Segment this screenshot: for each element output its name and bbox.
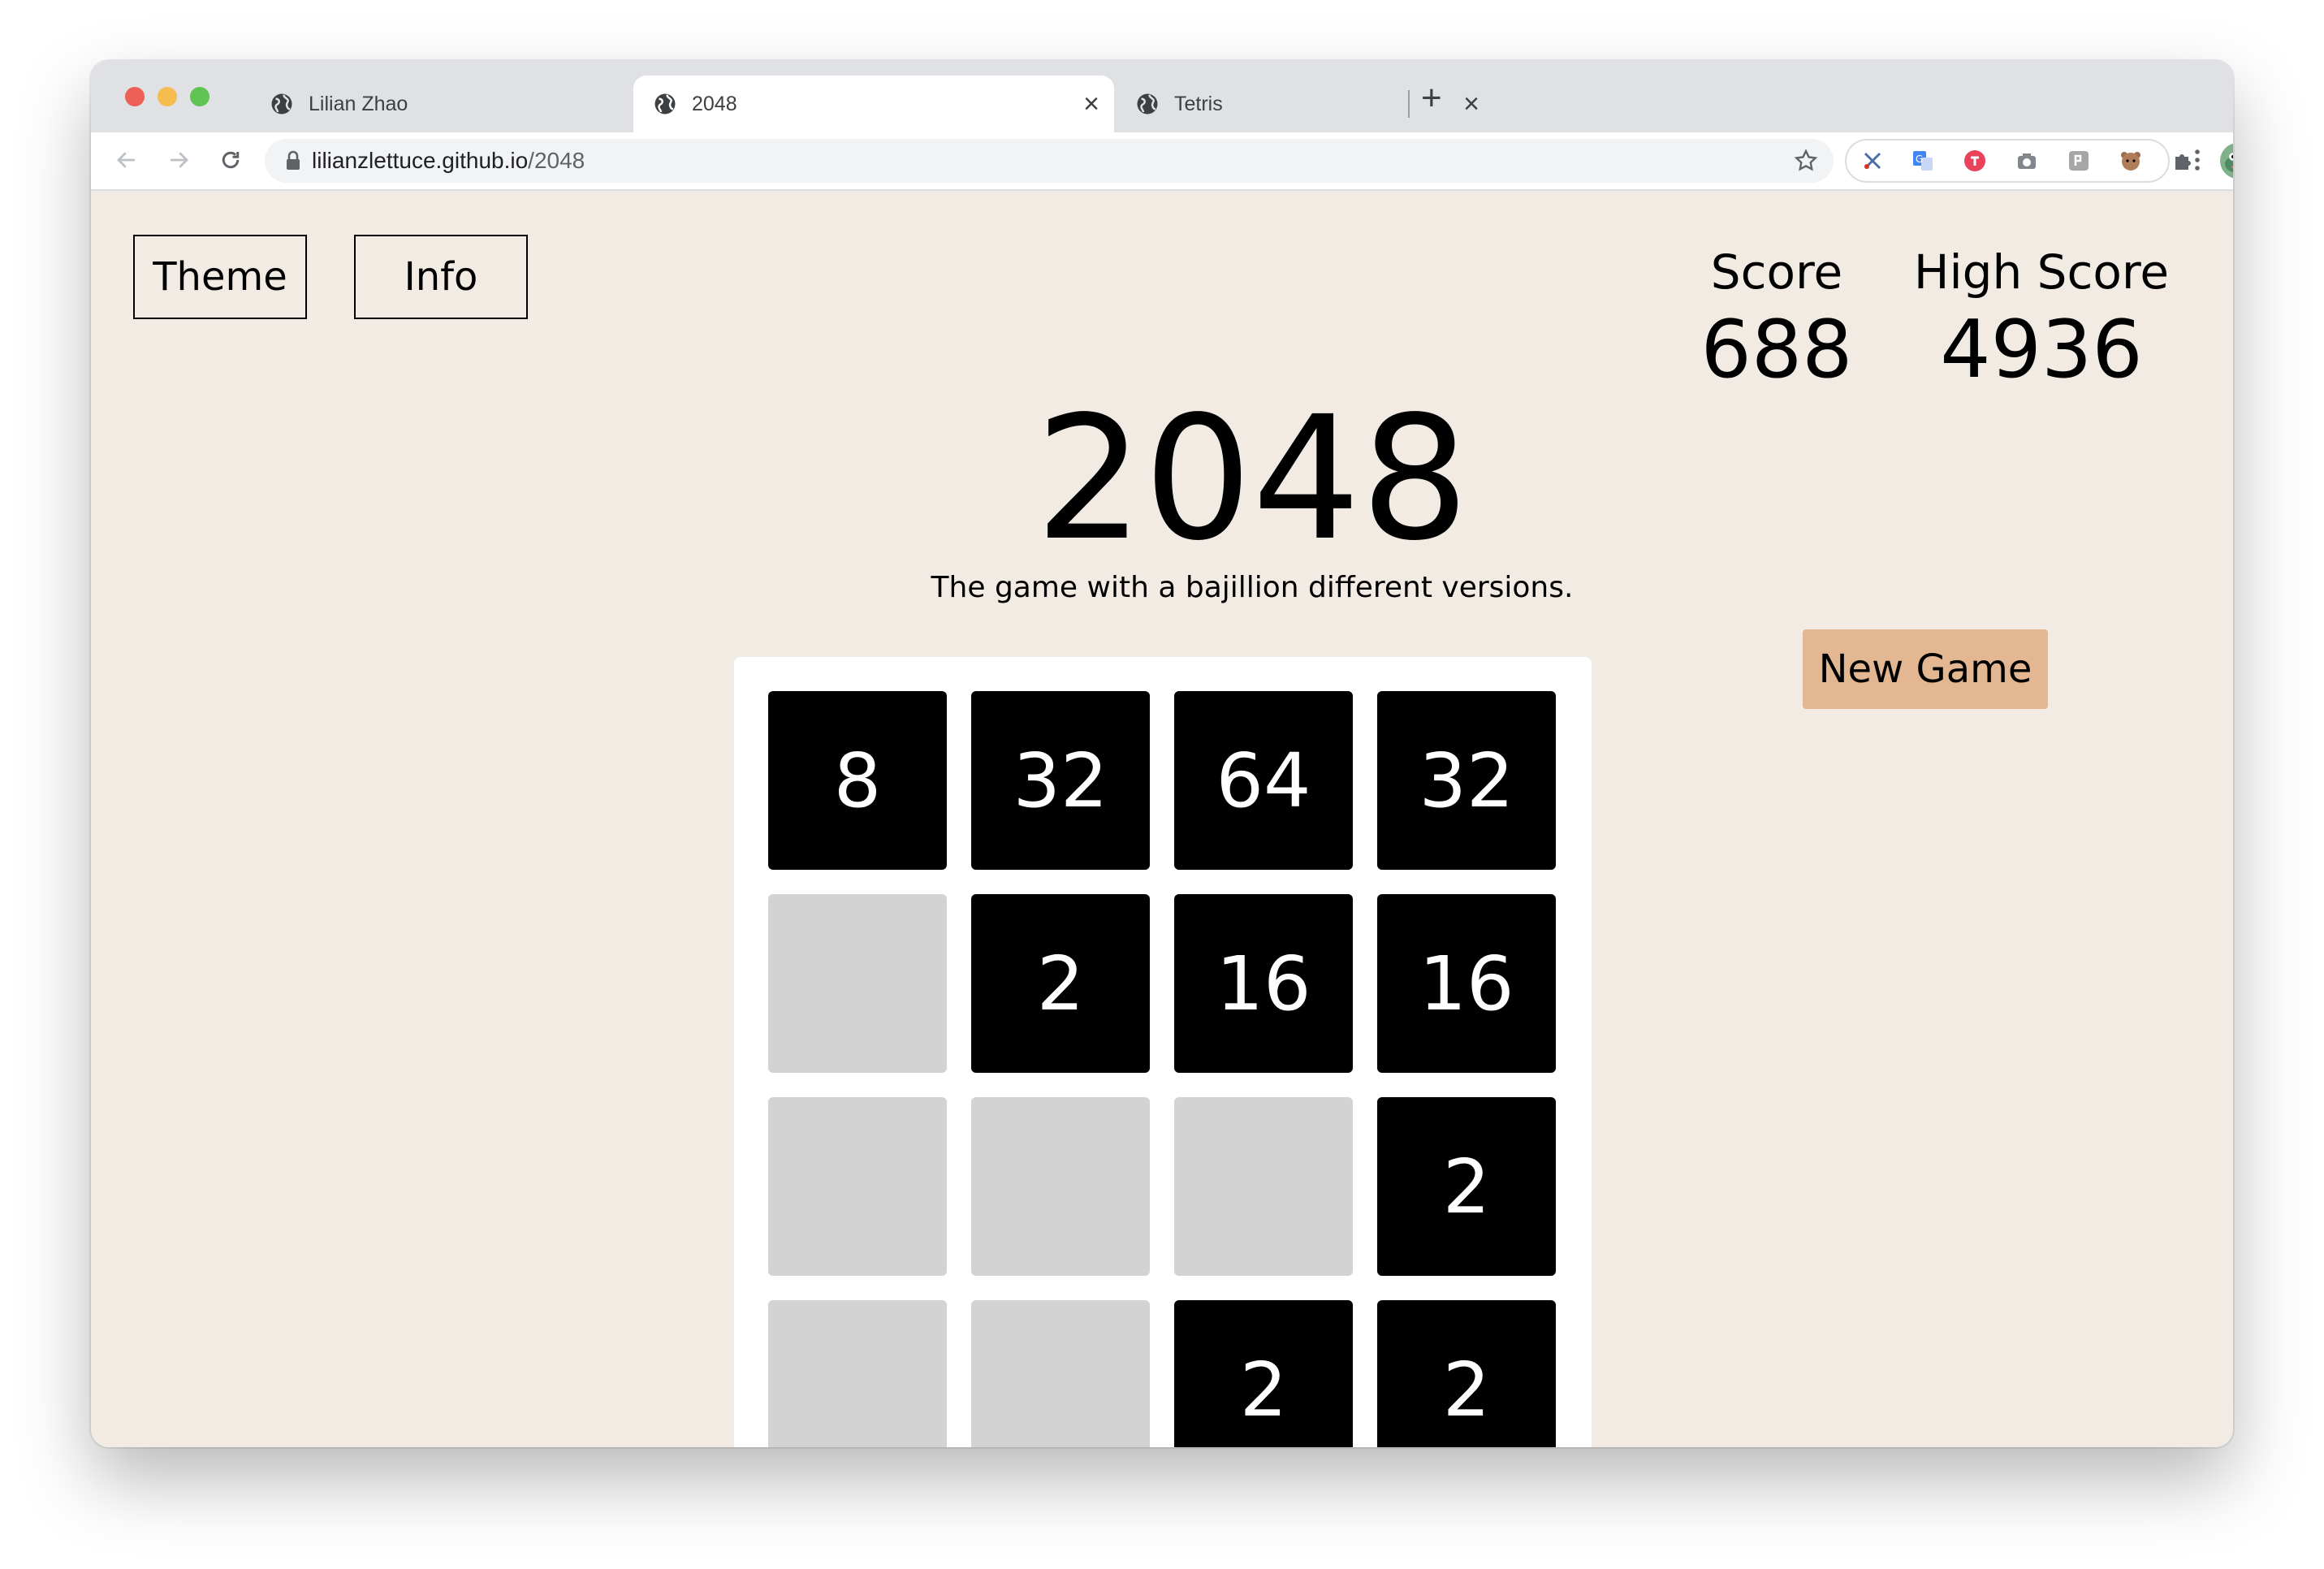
tab-title: Lilian Zhao [309, 92, 408, 115]
game-title: 2048 [1035, 379, 1470, 578]
score-value: 688 [1700, 304, 1853, 396]
arrow-left-icon [117, 152, 135, 168]
new-tab-button[interactable]: + [1421, 80, 1442, 116]
info-button[interactable]: Info [354, 235, 528, 319]
game-board: 8 32 64 32 2 16 16 2 2 2 [734, 657, 1592, 1447]
bear-extension-icon[interactable] [2119, 149, 2142, 172]
score-label: Score [1710, 244, 1843, 300]
forward-button[interactable] [162, 144, 195, 176]
empty-tile [768, 894, 947, 1073]
tile: 2 [1377, 1097, 1556, 1276]
lock-icon [287, 150, 300, 170]
profile-avatar[interactable] [2220, 143, 2233, 179]
tab-title: 2048 [692, 92, 737, 115]
svg-text:G: G [1916, 153, 1923, 165]
tile: 16 [1377, 894, 1556, 1073]
theme-button[interactable]: Theme [133, 235, 307, 319]
score-box: Score 688 [1683, 240, 1871, 395]
translate-extension-icon[interactable]: G [1911, 149, 1934, 172]
tile: 32 [1377, 691, 1556, 870]
tile: 2 [971, 894, 1150, 1073]
browser-window: Lilian Zhao × 2048 × Tetris × + [91, 61, 2233, 1447]
empty-tile [768, 1097, 947, 1276]
tab-title: Tetris [1174, 92, 1223, 115]
empty-tile [971, 1300, 1150, 1447]
globe-icon [1137, 93, 1158, 115]
maximize-window-button[interactable] [190, 87, 210, 106]
high-score-label: High Score [1913, 244, 2170, 300]
tile: 16 [1174, 894, 1353, 1073]
minimize-window-button[interactable] [158, 87, 177, 106]
empty-tile [1174, 1097, 1353, 1276]
empty-tile [971, 1097, 1150, 1276]
globe-icon [654, 93, 676, 115]
close-window-button[interactable] [125, 87, 145, 106]
reload-icon [222, 151, 240, 169]
bookmark-star-icon[interactable] [1793, 148, 1819, 174]
close-tab-icon[interactable]: × [1083, 90, 1099, 118]
scissors-extension-icon[interactable] [1861, 149, 1884, 172]
game-subtitle: The game with a bajillion different vers… [931, 571, 1574, 604]
page-content: Theme Info Score 688 High Score 4936 204… [91, 191, 2233, 1447]
browser-menu-button[interactable] [2181, 144, 2214, 176]
back-button[interactable] [110, 144, 143, 176]
red-circle-extension-icon[interactable] [1963, 149, 1986, 172]
gray-extension-icon[interactable] [2067, 149, 2090, 172]
tab-2048[interactable]: 2048 × [633, 76, 1114, 132]
tab-divider [1408, 90, 1410, 118]
tile: 64 [1174, 691, 1353, 870]
high-score-box: High Score 4936 [1887, 240, 2196, 395]
tile: 8 [768, 691, 947, 870]
camera-extension-icon[interactable] [2015, 149, 2038, 172]
close-tab-icon[interactable]: × [1463, 90, 1479, 118]
globe-icon [271, 93, 292, 115]
tab-strip: Lilian Zhao × 2048 × Tetris × + [91, 61, 2233, 132]
extensions-area: G [1845, 139, 2233, 183]
tile: 32 [971, 691, 1150, 870]
tile: 2 [1377, 1300, 1556, 1447]
reload-button[interactable] [214, 144, 247, 176]
browser-toolbar: lilianzlettuce.github.io/2048 G [91, 132, 2233, 191]
kebab-menu-icon [2195, 149, 2200, 171]
url-text: lilianzlettuce.github.io/2048 [312, 148, 585, 174]
address-bar[interactable]: lilianzlettuce.github.io/2048 [265, 139, 1834, 183]
empty-tile [768, 1300, 947, 1447]
new-game-button[interactable]: New Game [1803, 629, 2048, 709]
arrow-right-icon [171, 152, 188, 168]
high-score-value: 4936 [1940, 304, 2143, 396]
url-host: lilianzlettuce.github.io [312, 148, 529, 173]
tile: 2 [1174, 1300, 1353, 1447]
url-path: /2048 [528, 148, 585, 173]
